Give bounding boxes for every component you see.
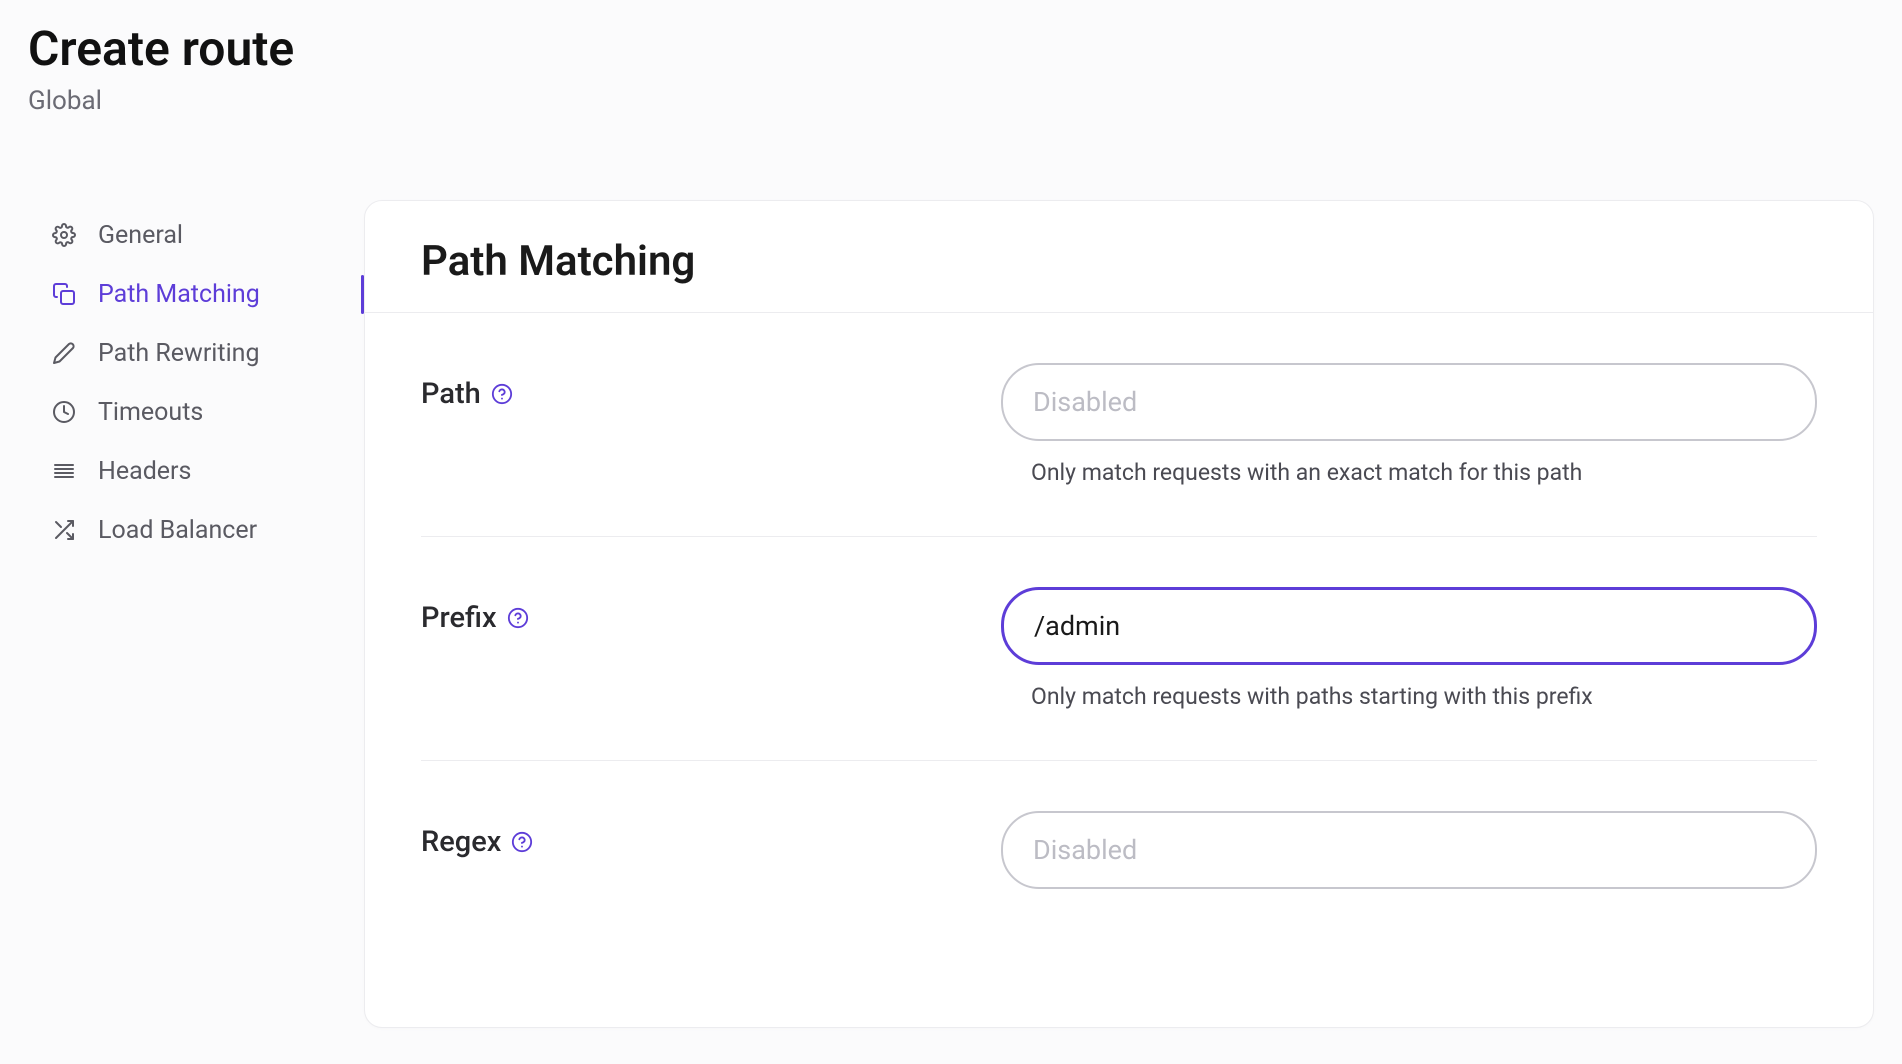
sidebar-item-timeouts[interactable]: Timeouts xyxy=(28,383,364,442)
gear-icon xyxy=(52,223,76,247)
form-control-wrap: Only match requests with paths starting … xyxy=(1001,587,1817,710)
sidebar-item-headers[interactable]: Headers xyxy=(28,442,364,501)
sidebar-item-general[interactable]: General xyxy=(28,206,364,265)
path-input[interactable] xyxy=(1001,363,1817,441)
page-header: Create route Global xyxy=(28,20,1874,116)
sidebar-item-label: Load Balancer xyxy=(98,516,257,545)
form-row-regex: Regex xyxy=(421,761,1817,889)
main-layout: General Path Matching Path Rewriting xyxy=(28,200,1874,1028)
form-row-prefix: Prefix Only match requests with paths st… xyxy=(421,537,1817,761)
shuffle-icon xyxy=(52,518,76,542)
help-icon[interactable] xyxy=(491,383,513,405)
sidebar-item-path-rewriting[interactable]: Path Rewriting xyxy=(28,324,364,383)
sidebar-item-label: General xyxy=(98,221,183,250)
form-control-wrap: Only match requests with an exact match … xyxy=(1001,363,1817,486)
prefix-help: Only match requests with paths starting … xyxy=(1031,683,1817,710)
section-title: Path Matching xyxy=(421,237,1817,312)
path-help: Only match requests with an exact match … xyxy=(1031,459,1817,486)
clock-icon xyxy=(52,400,76,424)
help-icon[interactable] xyxy=(507,607,529,629)
page-subtitle: Global xyxy=(28,86,1874,116)
content-panel: Path Matching Path Only match requests w… xyxy=(364,200,1874,1028)
pencil-icon xyxy=(52,341,76,365)
sidebar-item-path-matching[interactable]: Path Matching xyxy=(28,265,364,324)
lines-icon xyxy=(52,459,76,483)
sidebar-nav: General Path Matching Path Rewriting xyxy=(28,200,364,1028)
prefix-input[interactable] xyxy=(1001,587,1817,665)
regex-label: Regex xyxy=(421,825,501,859)
form-label-wrap: Prefix xyxy=(421,587,1001,635)
regex-input[interactable] xyxy=(1001,811,1817,889)
prefix-label: Prefix xyxy=(421,601,497,635)
sidebar-item-label: Path Rewriting xyxy=(98,339,260,368)
sidebar-item-label: Timeouts xyxy=(98,398,203,427)
sidebar-item-label: Headers xyxy=(98,457,191,486)
form-control-wrap xyxy=(1001,811,1817,889)
page-title: Create route xyxy=(28,20,1874,78)
sidebar-item-label: Path Matching xyxy=(98,280,260,309)
form-label-wrap: Path xyxy=(421,363,1001,411)
form-row-path: Path Only match requests with an exact m… xyxy=(421,313,1817,537)
path-label: Path xyxy=(421,377,481,411)
help-icon[interactable] xyxy=(511,831,533,853)
copy-icon xyxy=(52,282,76,306)
form-label-wrap: Regex xyxy=(421,811,1001,859)
sidebar-item-load-balancer[interactable]: Load Balancer xyxy=(28,501,364,560)
